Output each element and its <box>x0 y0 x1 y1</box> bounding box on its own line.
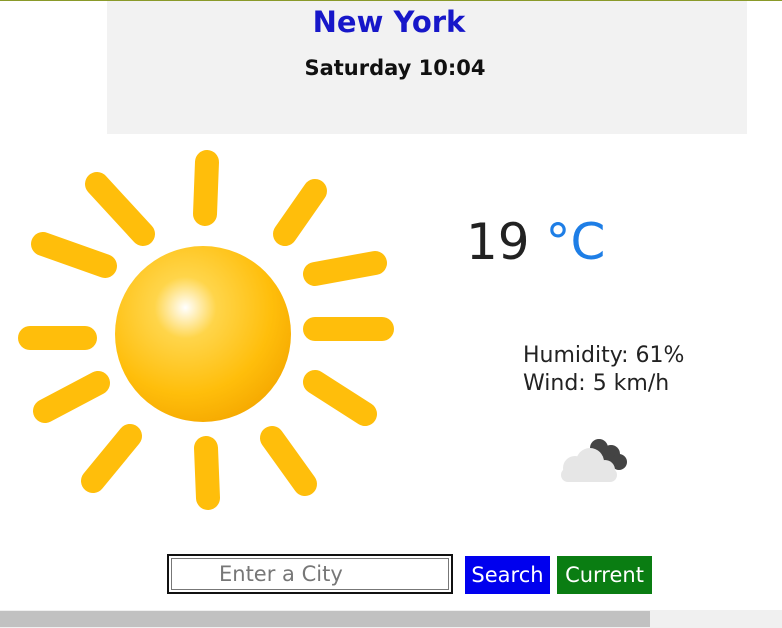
cloud-icon <box>561 439 627 482</box>
weather-details: Humidity: 61% Wind: 5 km/h <box>523 342 684 398</box>
current-location-button[interactable]: Current <box>557 556 652 594</box>
horizontal-scrollbar[interactable] <box>0 610 782 628</box>
temperature: 19 °C <box>466 212 605 272</box>
sun-icon <box>18 150 394 510</box>
humidity-text: Humidity: 61% <box>523 343 685 368</box>
scrollbar-thumb[interactable] <box>0 611 650 627</box>
city-search-input[interactable] <box>167 554 453 594</box>
header-panel: New York Saturday 10:04 <box>107 1 747 134</box>
search-button[interactable]: Search <box>465 556 550 594</box>
temperature-unit[interactable]: °C <box>546 213 606 271</box>
date-time: Saturday 10:04 <box>304 56 486 80</box>
wind-text: Wind: 5 km/h <box>523 371 670 396</box>
city-name: New York <box>312 5 466 39</box>
temperature-value: 19 <box>466 213 530 271</box>
